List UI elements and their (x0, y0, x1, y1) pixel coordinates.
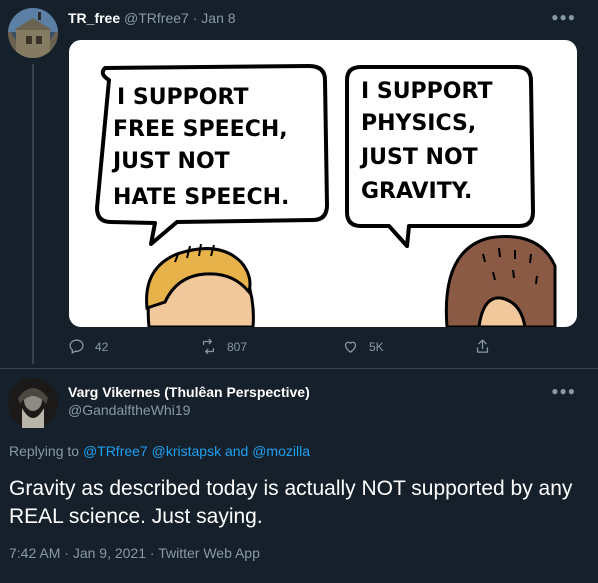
meta-separator-2: · (149, 545, 155, 561)
mention-mozilla[interactable]: @mozilla (252, 443, 310, 459)
meta-separator-1: · (64, 545, 69, 561)
tweet2-handle[interactable]: @GandalftheWhi19 (68, 402, 190, 418)
avatar-trfree[interactable] (8, 8, 58, 58)
bubble-left-line-3: JUST NOT (111, 149, 230, 174)
tweet2-text: Gravity as described today is actually N… (9, 477, 573, 528)
bubble-right-line-4: GRAVITY. (361, 179, 472, 204)
bubble-right-line-2: PHYSICS, (361, 111, 476, 136)
comic-right-character (444, 235, 557, 327)
tweet-divider (0, 368, 598, 369)
tweet1-action-bar: 42 807 5K (68, 338, 508, 358)
comic-left-character (145, 243, 255, 327)
tweet2-meta: 7:42 AM · Jan 9, 2021 · Twitter Web App (9, 545, 260, 561)
reply-button[interactable]: 42 (68, 338, 108, 355)
tweet2-more-icon[interactable]: ●●● (551, 384, 576, 398)
tweet2-time[interactable]: 7:42 AM (9, 545, 60, 561)
tweet2-date[interactable]: Jan 9, 2021 (73, 545, 146, 561)
reply-icon (69, 339, 84, 354)
tweet1-header: TR_free @TRfree7 · Jan 8 (68, 10, 236, 26)
tweet1-media-comic[interactable]: I SUPPORT FREE SPEECH, JUST NOT HATE SPE… (69, 40, 577, 327)
comic-image: I SUPPORT FREE SPEECH, JUST NOT HATE SPE… (95, 64, 557, 327)
replying-to-line: Replying to @TRfree7 @kristapsk and @moz… (9, 443, 310, 459)
bubble-right-line-3: JUST NOT (359, 145, 478, 170)
tweet1-display-name[interactable]: TR_free (68, 10, 120, 26)
and-word: and (224, 443, 249, 459)
mention-trfree7[interactable]: @TRfree7 (83, 443, 148, 459)
mention-kristapsk[interactable]: @kristapsk (152, 443, 221, 459)
share-button[interactable] (474, 338, 491, 355)
bubble-left-line-1: I SUPPORT (117, 85, 248, 110)
avatar-image-icon (8, 378, 58, 428)
bubble-left-line-2: FREE SPEECH, (113, 117, 288, 142)
heart-icon (344, 341, 357, 353)
retweet-icon (202, 338, 215, 355)
like-button[interactable]: 5K (342, 338, 384, 355)
tweet2-display-name[interactable]: Varg Vikernes (Thulêan Perspective) (68, 384, 310, 400)
reply-count: 42 (95, 339, 109, 354)
retweet-button[interactable]: 807 (200, 338, 247, 355)
tweet1-handle[interactable]: @TRfree7 (124, 10, 189, 26)
thread-line (32, 64, 34, 364)
avatar-varg-vikernes[interactable] (8, 378, 58, 428)
bubble-left-line-4: HATE SPEECH. (113, 185, 289, 210)
tweet1-more-icon[interactable]: ●●● (551, 10, 576, 24)
avatar-image-icon (8, 8, 58, 58)
tweet2-client[interactable]: Twitter Web App (158, 545, 260, 561)
bubble-right-line-1: I SUPPORT (361, 79, 492, 104)
like-count: 5K (369, 339, 384, 354)
tweet1-date[interactable]: Jan 8 (201, 10, 235, 26)
tweet1-separator: · (192, 10, 198, 26)
replying-prefix: Replying to (9, 443, 80, 459)
retweet-count: 807 (227, 339, 248, 354)
share-icon (476, 339, 489, 353)
